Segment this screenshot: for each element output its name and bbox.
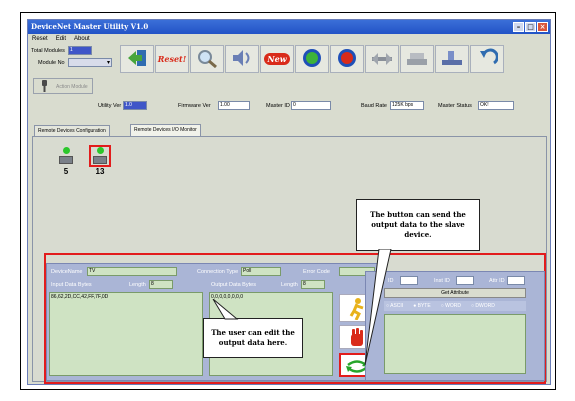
callout-pointer bbox=[212, 299, 239, 320]
radio-dword[interactable]: ○ DWORD bbox=[471, 303, 495, 309]
download-button[interactable] bbox=[435, 45, 469, 73]
device-node-5[interactable]: 5 bbox=[56, 147, 76, 177]
inst-id-field[interactable] bbox=[456, 276, 474, 285]
attribute-result-area bbox=[384, 314, 526, 374]
stop-icon bbox=[336, 48, 358, 70]
device-name-label: DeviceName bbox=[51, 269, 83, 275]
firmware-ver-field: 1.00 bbox=[218, 101, 250, 110]
menu-reset[interactable]: Reset bbox=[32, 34, 48, 44]
format-radio-group: ○ ASCII ● BYTE ○ WORD ○ DWORD bbox=[384, 301, 526, 311]
master-status-field: OK! bbox=[478, 101, 514, 110]
menu-edit[interactable]: Edit bbox=[56, 34, 66, 44]
upload-icon bbox=[405, 48, 429, 70]
radio-byte[interactable]: ● BYTE bbox=[413, 303, 430, 309]
reset-icon: Reset! bbox=[157, 54, 187, 64]
get-attribute-button[interactable]: Get Attribute bbox=[384, 288, 526, 298]
search-button[interactable] bbox=[190, 45, 224, 73]
baud-rate-label: Baud Rate bbox=[361, 103, 387, 109]
reset-button[interactable]: Reset! bbox=[155, 45, 189, 73]
inst-id-label: Inst ID bbox=[434, 278, 450, 284]
close-button[interactable]: × bbox=[537, 22, 548, 32]
maximize-button[interactable]: □ bbox=[525, 22, 536, 32]
output-length-label: Length bbox=[281, 282, 298, 288]
title-bar: DeviceNet Master Utility V1.0 – □ × bbox=[28, 20, 550, 34]
input-data-area: 86,62,2D,CC,42,FF,7F,0D bbox=[49, 292, 203, 376]
status-led-icon bbox=[62, 147, 70, 154]
undo-icon bbox=[476, 48, 499, 70]
config-icon bbox=[370, 48, 394, 70]
minimize-button[interactable]: – bbox=[513, 22, 524, 32]
edit-callout-text: The user can edit the output data here. bbox=[211, 328, 295, 347]
device-icon bbox=[59, 156, 73, 164]
tab-remote-devices-configuration[interactable]: Remote Devices Configuration bbox=[34, 125, 110, 136]
input-length-label: Length bbox=[129, 282, 146, 288]
device-icon bbox=[93, 156, 107, 164]
send-callout: The button can send the output data to t… bbox=[356, 199, 480, 251]
attr-id-label: Attr ID bbox=[489, 278, 505, 284]
utility-ver-label: Utility Ver bbox=[98, 103, 122, 109]
device-name-field: TV bbox=[87, 267, 177, 276]
output-length-field: 8 bbox=[301, 280, 325, 289]
attr-id-field[interactable] bbox=[507, 276, 525, 285]
firmware-ver-label: Firmware Ver bbox=[178, 103, 211, 109]
error-code-label: Error Code bbox=[303, 269, 330, 275]
total-modules-label: Total Modules bbox=[31, 48, 65, 54]
plug-icon bbox=[40, 80, 49, 92]
connection-type-label: Connection Type bbox=[197, 269, 239, 275]
new-button[interactable]: New bbox=[260, 45, 294, 73]
new-icon: New bbox=[264, 53, 290, 65]
chevron-down-icon: ▾ bbox=[106, 60, 110, 66]
tab-remote-devices-io-monitor[interactable]: Remote Devices I/O Monitor bbox=[130, 124, 201, 136]
send-callout-text: The button can send the output data to t… bbox=[370, 210, 466, 239]
action-module-button[interactable]: Action Module bbox=[33, 78, 93, 94]
menu-about[interactable]: About bbox=[74, 34, 90, 44]
output-data-label: Output Data Bytes bbox=[211, 282, 256, 288]
radio-word[interactable]: ○ WORD bbox=[441, 303, 461, 309]
start-button[interactable] bbox=[295, 45, 329, 73]
scan-icon bbox=[231, 48, 253, 70]
input-length-field: 8 bbox=[149, 280, 173, 289]
start-icon bbox=[301, 48, 323, 70]
window-title: DeviceNet Master Utility V1.0 bbox=[31, 22, 149, 31]
download-icon bbox=[440, 48, 464, 70]
master-id-label: Master ID bbox=[266, 103, 290, 109]
screenshot-frame: DeviceNet Master Utility V1.0 – □ × Reset … bbox=[20, 12, 556, 390]
id-field[interactable] bbox=[400, 276, 418, 285]
menu-bar: Reset Edit About bbox=[28, 34, 550, 44]
scan-button[interactable] bbox=[225, 45, 259, 73]
action-module-label: Action Module bbox=[56, 84, 88, 90]
total-modules-field[interactable]: 1 bbox=[68, 46, 92, 55]
callout-pointer bbox=[364, 249, 392, 366]
upload-button[interactable] bbox=[400, 45, 434, 73]
input-data-text: 86,62,2D,CC,42,FF,7F,0D bbox=[51, 294, 109, 300]
utility-ver-field: 1.0 bbox=[123, 101, 147, 110]
undo-button[interactable] bbox=[470, 45, 504, 73]
stop-button[interactable] bbox=[330, 45, 364, 73]
device-id: 5 bbox=[63, 167, 69, 176]
master-status-label: Master Status bbox=[438, 103, 472, 109]
input-data-label: Input Data Bytes bbox=[51, 282, 92, 288]
baud-rate-field: 125K bps bbox=[390, 101, 424, 110]
module-no-label: Module No bbox=[38, 60, 65, 66]
search-icon bbox=[196, 48, 218, 70]
module-no-select[interactable]: ▾ bbox=[68, 58, 112, 67]
device-id: 13 bbox=[95, 167, 105, 176]
exit-button[interactable] bbox=[120, 45, 154, 73]
config-button[interactable] bbox=[365, 45, 399, 73]
edit-callout: The user can edit the output data here. bbox=[203, 318, 303, 358]
exit-icon bbox=[126, 48, 148, 70]
status-led-icon bbox=[96, 147, 104, 154]
connection-type-field: Poll bbox=[241, 267, 281, 276]
device-node-13[interactable]: 13 bbox=[90, 147, 110, 177]
master-id-field: 0 bbox=[291, 101, 331, 110]
